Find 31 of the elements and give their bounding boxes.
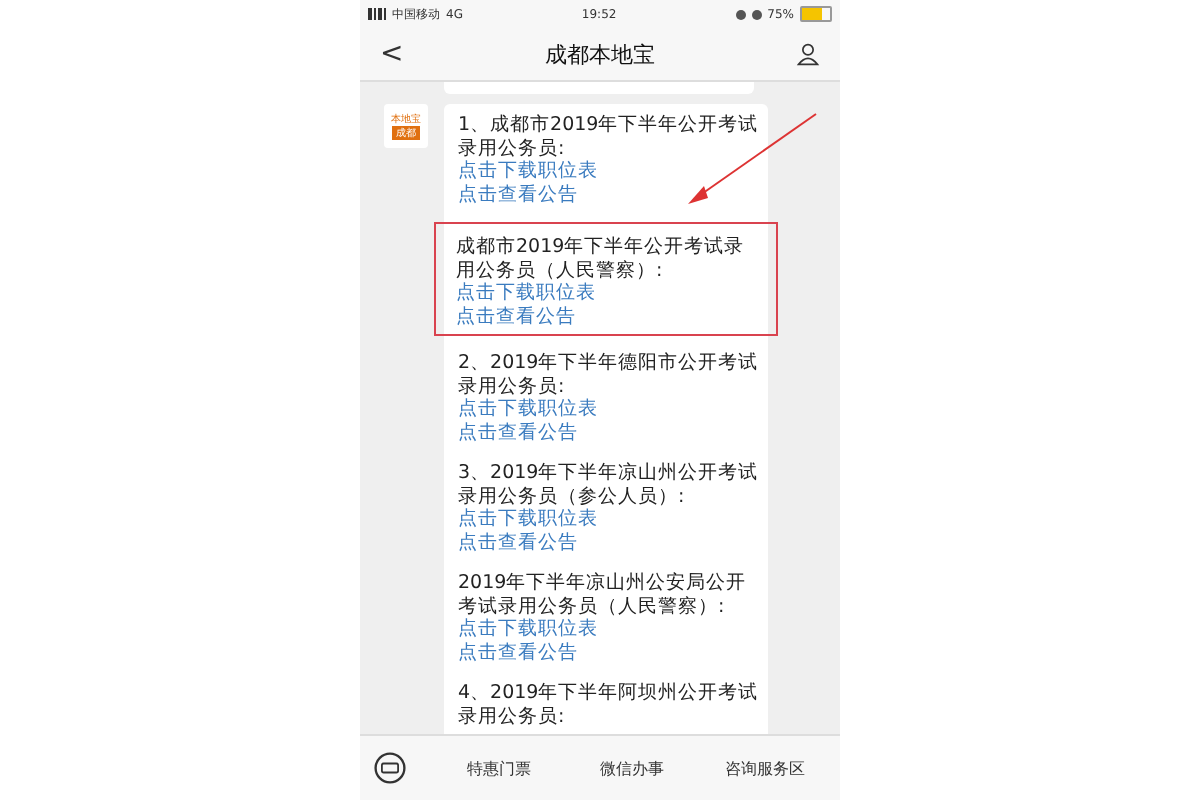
back-button[interactable]: < [380,38,404,70]
menu-item[interactable]: 咨询服务区 [702,749,829,787]
message-text: 录用公务员: [458,375,567,398]
message-text: 录用公务员: [458,705,567,728]
message-link[interactable]: 点击下载职位表 [456,282,756,305]
message-text: 2、2019年下半年德阳市公开考试 [458,352,754,375]
message-link[interactable]: 点击下载职位表 [458,508,754,531]
message-text: 成都市2019年下半年公开考试录 [456,236,747,259]
signal-icon [368,8,386,20]
message-text: 录用公务员: [458,137,567,160]
message-link[interactable]: 点击查看公告 [458,183,754,206]
message-link[interactable]: 点击查看公告 [456,305,756,328]
battery-icon [799,6,832,22]
chat-title: 成都本地宝 [544,39,655,69]
menu-item[interactable]: 微信办事 [569,749,695,787]
message-link[interactable]: 点击下载职位表 [458,398,754,421]
message-text: 1、成都市2019年下半年公开考试 [458,114,754,137]
menu-item[interactable]: 特惠门票 [436,749,562,787]
user-icon[interactable] [795,42,820,66]
message-text: 2019年下半年凉山州公安局公开 [458,572,749,595]
message-text: 3、2019年下半年凉山州公开考试 [458,462,754,485]
message-link[interactable]: 点击下载职位表 [458,160,754,183]
message-link[interactable]: 点击下载职位表 [458,618,754,641]
message-text: 录用公务员（参公人员）: [458,485,687,508]
message-link[interactable]: 点击查看公告 [458,421,754,444]
message-link[interactable]: 点击查看公告 [458,531,754,554]
keyboard-icon[interactable] [372,750,408,786]
message-link[interactable]: 点击查看公告 [458,641,754,664]
message-text: 用公务员（人民警察）: [456,259,665,282]
message-text: 4、2019年下半年阿坝州公开考试 [458,682,754,705]
message-text: 考试录用公务员（人民警察）: [458,595,727,618]
